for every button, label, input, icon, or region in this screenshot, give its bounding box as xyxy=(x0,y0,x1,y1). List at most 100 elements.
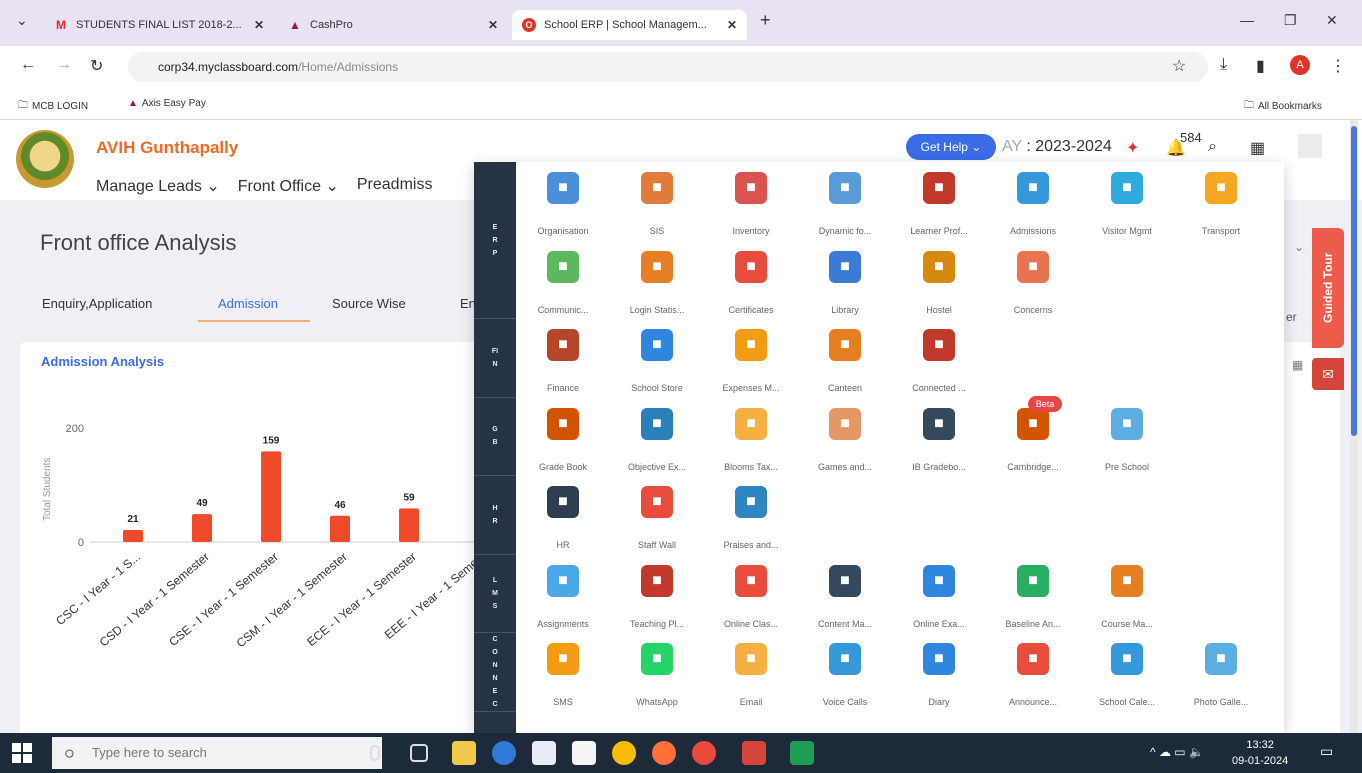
apps-grid-icon[interactable]: ▦ xyxy=(1250,138,1265,158)
get-help-button[interactable]: Get Help ⌄ xyxy=(906,134,996,160)
module-tile[interactable]: ■ Online Clas... xyxy=(704,555,798,633)
module-tile[interactable]: ■ Email xyxy=(704,633,798,711)
sidepanel-icon[interactable]: ▮ xyxy=(1256,56,1265,76)
chrome-icon[interactable] xyxy=(612,741,636,765)
module-tile[interactable]: ■ Voice Calls xyxy=(798,633,892,711)
module-tile[interactable]: ■ Organisation xyxy=(516,162,610,240)
firefox-icon[interactable] xyxy=(652,741,676,765)
bookmark-star-icon[interactable]: ☆ xyxy=(1172,56,1186,76)
rail-section-connec[interactable]: CONNEC xyxy=(474,633,516,712)
browser-tab-cashpro[interactable]: ▲ CashPro ✕ xyxy=(278,10,508,40)
module-tile[interactable]: ■ SIS xyxy=(610,162,704,240)
tray-icons[interactable]: ^ ☁ ▭ 🔈 xyxy=(1150,745,1204,759)
browser-tab-school-erp[interactable]: O School ERP | School Managem... ✕ xyxy=(512,10,747,40)
task-view-icon[interactable] xyxy=(410,744,428,762)
scrollbar-thumb[interactable] xyxy=(1351,126,1357,436)
academic-year[interactable]: AY : 2023-2024 xyxy=(1002,138,1112,156)
browser-menu-icon[interactable]: ⋮ xyxy=(1330,56,1346,76)
chrome-active-icon[interactable] xyxy=(692,741,716,765)
reload-icon[interactable]: ↻ xyxy=(90,56,103,76)
close-tab-icon[interactable]: ✕ xyxy=(254,18,264,32)
module-tile[interactable]: ■ Connected ... xyxy=(892,319,986,397)
rail-section-gb[interactable]: GB xyxy=(474,398,516,476)
module-tile[interactable]: ■ Admissions xyxy=(986,162,1080,240)
module-tile[interactable]: ■ Canteen xyxy=(798,319,892,397)
browser-tab-students[interactable]: M STUDENTS FINAL LIST 2018-2... ✕ xyxy=(44,10,274,40)
mail-icon[interactable] xyxy=(572,741,596,765)
download-icon[interactable]: ⤓ xyxy=(1220,56,1227,74)
rail-section-lms[interactable]: LMS xyxy=(474,555,516,633)
module-tile[interactable]: ■ Blooms Tax... xyxy=(704,398,798,476)
module-tile[interactable]: ■ Concerns xyxy=(986,241,1080,319)
module-tile[interactable]: ■ Online Exa... xyxy=(892,555,986,633)
close-tab-icon[interactable]: ✕ xyxy=(727,18,737,32)
module-tile[interactable]: ■ Pre School xyxy=(1080,398,1174,476)
file-explorer-icon[interactable] xyxy=(452,741,476,765)
new-tab-plus-icon[interactable]: + xyxy=(760,10,771,31)
module-tile[interactable]: ■ Announce... xyxy=(986,633,1080,711)
restore-icon[interactable]: ❐ xyxy=(1284,12,1297,29)
module-tile[interactable]: ■ Objective Ex... xyxy=(610,398,704,476)
bookmark-mcb-login[interactable]: 🗀 MCB LOGIN xyxy=(18,98,88,115)
tab-search-chevron-icon[interactable]: ⌄ xyxy=(16,12,28,29)
module-tile[interactable]: ■ Course Ma... xyxy=(1080,555,1174,633)
menu-front-office[interactable]: Front Office ⌄ xyxy=(238,176,339,196)
close-window-icon[interactable]: ✕ xyxy=(1326,12,1338,29)
module-tile[interactable]: ■ Photo Galle... xyxy=(1174,633,1268,711)
profile-avatar[interactable]: A xyxy=(1290,55,1310,75)
module-tile[interactable]: ■ Inventory xyxy=(704,162,798,240)
all-bookmarks[interactable]: 🗀 All Bookmarks xyxy=(1244,98,1322,115)
anydesk-icon[interactable] xyxy=(742,741,766,765)
bookmark-axis-easy-pay[interactable]: ▲ Axis Easy Pay xyxy=(128,98,206,109)
search-icon[interactable]: ⌕ xyxy=(1208,138,1217,156)
module-tile[interactable]: ■ IB Gradebo... xyxy=(892,398,986,476)
module-tile[interactable]: ■ Expenses M... xyxy=(704,319,798,397)
module-tile[interactable]: ■ Baseline An... xyxy=(986,555,1080,633)
back-arrow-icon[interactable]: ← xyxy=(20,56,36,74)
chat-icon[interactable]: ✉ xyxy=(1312,358,1344,390)
guided-tour-button[interactable]: Guided Tour xyxy=(1312,228,1344,348)
page-scrollbar[interactable] xyxy=(1350,120,1358,733)
module-tile[interactable]: ■ Transport xyxy=(1174,162,1268,240)
module-tile[interactable]: ■ WhatsApp xyxy=(610,633,704,711)
module-tile[interactable]: ■ Content Ma... xyxy=(798,555,892,633)
excel-icon[interactable] xyxy=(790,741,814,765)
module-tile[interactable]: ■ SMS xyxy=(516,633,610,711)
taskbar-clock[interactable]: 13:32 09-01-2024 xyxy=(1232,737,1288,769)
module-tile[interactable]: ■ Grade Book xyxy=(516,398,610,476)
gift-icon[interactable]: ✦ xyxy=(1126,138,1139,158)
module-tile[interactable]: ■ Assignments xyxy=(516,555,610,633)
menu-preadmission[interactable]: Preadmiss xyxy=(357,176,433,196)
module-tile[interactable]: ■ Visitor Mgmt xyxy=(1080,162,1174,240)
table-view-icon[interactable]: ▦ xyxy=(1292,358,1303,372)
module-tile[interactable]: ■ Hostel xyxy=(892,241,986,319)
module-tile[interactable]: ■ Library xyxy=(798,241,892,319)
notification-center-icon[interactable]: ▭ xyxy=(1320,743,1333,760)
module-tile[interactable]: ■ Dynamic fo... xyxy=(798,162,892,240)
tab-source-wise[interactable]: Source Wise xyxy=(332,296,406,311)
module-tile[interactable]: ■ School Cale... xyxy=(1080,633,1174,711)
windows-start-icon[interactable] xyxy=(12,743,32,763)
module-tile[interactable]: ■ Learner Prof... xyxy=(892,162,986,240)
module-tile[interactable]: ■ Certificates xyxy=(704,241,798,319)
rail-section-hr[interactable]: HR xyxy=(474,476,516,555)
module-tile[interactable]: ■ Communic... xyxy=(516,241,610,319)
forward-arrow-icon[interactable]: → xyxy=(56,56,72,74)
module-tile[interactable]: ■ HR xyxy=(516,476,610,554)
module-tile[interactable]: ■ Diary xyxy=(892,633,986,711)
edge-icon[interactable] xyxy=(492,741,516,765)
store-icon[interactable] xyxy=(532,741,556,765)
module-tile[interactable]: ■ Praises and... xyxy=(704,476,798,554)
close-tab-icon[interactable]: ✕ xyxy=(488,18,498,32)
module-tile[interactable]: ■ Login Statis... xyxy=(610,241,704,319)
chevron-down-icon[interactable]: ⌄ xyxy=(1294,240,1304,254)
user-avatar[interactable] xyxy=(1298,134,1322,158)
tab-enquiry-application[interactable]: Enquiry,Application xyxy=(42,296,152,311)
rail-section-erp[interactable]: ERP xyxy=(474,162,516,319)
minimize-icon[interactable]: — xyxy=(1240,12,1254,28)
taskbar-search-input[interactable]: ○ Type here to search xyxy=(52,737,382,769)
tab-admission[interactable]: Admission xyxy=(218,296,278,311)
module-tile[interactable]: ■ Teaching Pl... xyxy=(610,555,704,633)
rail-section-fin[interactable]: FIN xyxy=(474,319,516,398)
menu-manage-leads[interactable]: Manage Leads ⌄ xyxy=(96,176,220,196)
